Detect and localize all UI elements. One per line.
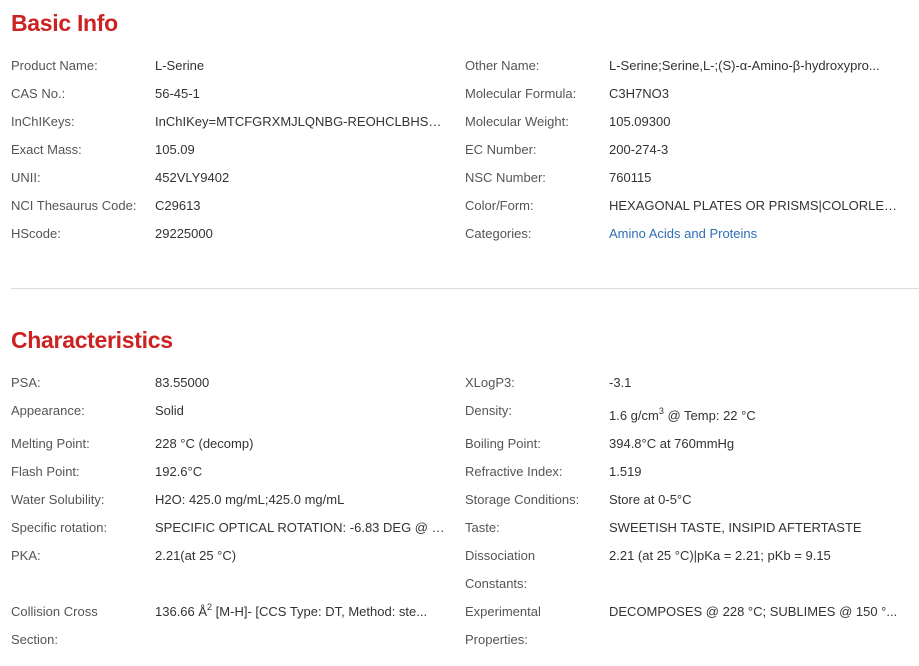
pka-label: PKA: — [11, 548, 41, 563]
density-label: Density: — [465, 403, 512, 418]
inchikeys-label: InChIKeys: — [11, 114, 75, 129]
inchikeys-value: InChIKey=MTCFGRXMJLQNBG-REOHCLBHSA... — [155, 114, 447, 129]
collision-cross-section-value: 136.66 Å2 [M-H]- [CCS Type: DT, Method: … — [155, 598, 447, 626]
dissociation-constants-label-line2: Constants: — [465, 576, 528, 591]
dissociation-constants-label: Dissociation Constants: — [465, 542, 605, 598]
section-divider — [11, 288, 919, 289]
basic-info-row: UNII: 452VLY9402 NSC Number: 760115 — [11, 164, 919, 192]
product-name-label: Product Name: — [11, 58, 98, 73]
density-value: 1.6 g/cm3 @ Temp: 22 °C — [609, 402, 901, 430]
other-name-value: L-Serine;Serine,L-;(S)-α-Amino-β-hydroxy… — [609, 58, 880, 73]
ec-number-label: EC Number: — [465, 142, 537, 157]
experimental-properties-value: DECOMPOSES @ 228 °C; SUBLIMES @ 150 °... — [609, 604, 898, 619]
nsc-number-label: NSC Number: — [465, 170, 546, 185]
density-value-main: 1.6 g/cm — [609, 408, 659, 423]
cas-no-label: CAS No.: — [11, 86, 66, 101]
water-solubility-label: Water Solubility: — [11, 492, 105, 507]
collision-cross-section-value-main: 136.66 Å — [155, 604, 208, 619]
molecular-formula-value: C3H7NO3 — [609, 86, 669, 101]
refractive-index-value: 1.519 — [609, 464, 642, 479]
collision-cross-section-label: Collision Cross Section: — [11, 598, 151, 654]
cas-no-value: 56-45-1 — [155, 86, 200, 101]
product-name-value: L-Serine — [155, 58, 205, 73]
exact-mass-value: 105.09 — [155, 142, 195, 157]
basic-info-row: Product Name: L-Serine Other Name: L-Ser… — [11, 52, 919, 80]
dissociation-constants-value: 2.21 (at 25 °C)|pKa = 2.21; pKb = 9.15 — [609, 548, 831, 563]
experimental-properties-label-line1: Experimental — [465, 604, 541, 619]
molecular-formula-label: Molecular Formula: — [465, 86, 577, 101]
storage-conditions-value: Store at 0-5°C — [609, 492, 692, 507]
collision-cross-section-value-rest: [M-H]- [CCS Type: DT, Method: ste... — [212, 604, 428, 619]
other-name-label: Other Name: — [465, 58, 540, 73]
collision-cross-section-label-line2: Section: — [11, 632, 58, 647]
water-solubility-value: H2O: 425.0 mg/mL;425.0 mg/mL — [155, 492, 345, 507]
hscode-value: 29225000 — [155, 226, 213, 241]
taste-value: SWEETISH TASTE, INSIPID AFTERTASTE — [609, 520, 862, 535]
unii-value: 452VLY9402 — [155, 170, 230, 185]
appearance-value: Solid — [155, 403, 184, 418]
flash-point-label: Flash Point: — [11, 464, 80, 479]
xlogp3-label: XLogP3: — [465, 375, 515, 390]
nci-thesaurus-code-value: C29613 — [155, 198, 201, 213]
basic-info-row: NCI Thesaurus Code: C29613 Color/Form: H… — [11, 192, 919, 220]
basic-info-title: Basic Info — [11, 10, 118, 36]
dissociation-constants-label-line1: Dissociation — [465, 548, 536, 563]
unii-label: UNII: — [11, 170, 41, 185]
characteristics-row: PSA: 83.55000 XLogP3: -3.1 — [11, 369, 919, 397]
density-value-rest: @ Temp: 22 °C — [663, 408, 756, 423]
basic-info-row: InChIKeys: InChIKey=MTCFGRXMJLQNBG-REOHC… — [11, 108, 919, 136]
molecular-weight-label: Molecular Weight: — [465, 114, 569, 129]
experimental-properties-label: Experimental Properties: — [465, 598, 605, 654]
basic-info-row: CAS No.: 56-45-1 Molecular Formula: C3H7… — [11, 80, 919, 108]
storage-conditions-label: Storage Conditions: — [465, 492, 580, 507]
refractive-index-label: Refractive Index: — [465, 464, 563, 479]
characteristics-row: Specific rotation: SPECIFIC OPTICAL ROTA… — [11, 514, 919, 542]
specific-rotation-value: SPECIFIC OPTICAL ROTATION: -6.83 DEG @ 2… — [155, 520, 447, 535]
experimental-properties-label-line2: Properties: — [465, 632, 528, 647]
basic-info-row: HScode: 29225000 Categories: Amino Acids… — [11, 220, 919, 248]
collision-cross-section-label-line1: Collision Cross — [11, 604, 98, 619]
psa-value: 83.55000 — [155, 375, 210, 390]
characteristics-row: Water Solubility: H2O: 425.0 mg/mL;425.0… — [11, 486, 919, 514]
characteristics-row: PKA: 2.21(at 25 °C) Dissociation Constant… — [11, 542, 919, 598]
characteristics-row: Collision Cross Section: 136.66 Å2 [M-H]-… — [11, 598, 919, 654]
nci-thesaurus-code-label: NCI Thesaurus Code: — [11, 198, 137, 213]
characteristics-row: Appearance: Solid Density: 1.6 g/cm3 @ T… — [11, 397, 919, 430]
melting-point-label: Melting Point: — [11, 436, 90, 451]
basic-info-row: Exact Mass: 105.09 EC Number: 200-274-3 — [11, 136, 919, 164]
pka-value: 2.21(at 25 °C) — [155, 548, 237, 563]
molecular-weight-value: 105.09300 — [609, 114, 671, 129]
psa-label: PSA: — [11, 375, 41, 390]
characteristics-row: Melting Point: 228 °C (decomp) Boiling P… — [11, 430, 919, 458]
xlogp3-value: -3.1 — [609, 375, 632, 390]
categories-link[interactable]: Amino Acids and Proteins — [609, 220, 901, 248]
taste-label: Taste: — [465, 520, 500, 535]
characteristics-title: Characteristics — [11, 327, 173, 353]
specific-rotation-label: Specific rotation: — [11, 520, 108, 535]
categories-label: Categories: — [465, 226, 532, 241]
boiling-point-label: Boiling Point: — [465, 436, 541, 451]
melting-point-value: 228 °C (decomp) — [155, 436, 254, 451]
boiling-point-value: 394.8°C at 760mmHg — [609, 436, 735, 451]
flash-point-value: 192.6°C — [155, 464, 203, 479]
color-form-value: HEXAGONAL PLATES OR PRISMS|COLORLESS... — [609, 198, 901, 213]
characteristics-row: Flash Point: 192.6°C Refractive Index: 1… — [11, 458, 919, 486]
color-form-label: Color/Form: — [465, 198, 534, 213]
hscode-label: HScode: — [11, 226, 61, 241]
ec-number-value: 200-274-3 — [609, 142, 669, 157]
exact-mass-label: Exact Mass: — [11, 142, 82, 157]
nsc-number-value: 760115 — [609, 170, 652, 185]
appearance-label: Appearance: — [11, 403, 85, 418]
